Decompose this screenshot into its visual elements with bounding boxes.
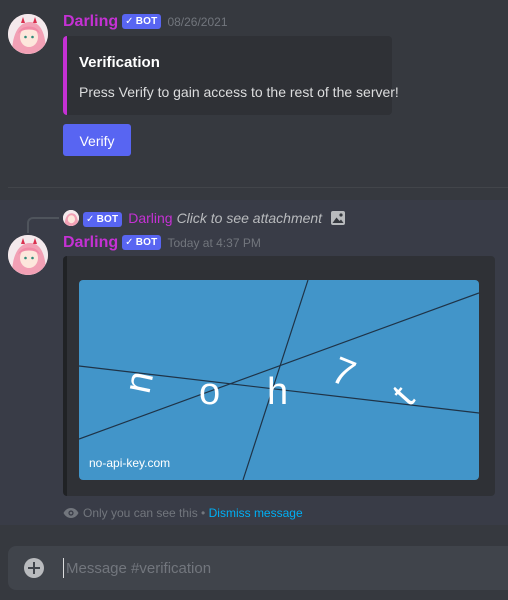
- bot-tag: ✓ BOT: [122, 235, 162, 250]
- message-header: Darling ✓ BOT 08/26/2021: [63, 12, 228, 32]
- embed-title: Verification: [79, 54, 160, 71]
- bot-tag-label: BOT: [135, 237, 158, 248]
- reply-reference[interactable]: ✓ BOT Darling Click to see attachment: [63, 209, 346, 227]
- captcha-char: o: [199, 371, 220, 413]
- message-header: Darling ✓ BOT Today at 4:37 PM: [63, 233, 261, 253]
- captcha-char: h: [267, 371, 288, 413]
- verification-message: Darling ✓ BOT 08/26/2021 Verification Press…: [0, 0, 508, 188]
- captcha-watermark: no-api-key.com: [89, 456, 170, 470]
- embed-description: Press Verify to gain access to the rest …: [79, 84, 399, 100]
- bot-tag: ✓ BOT: [122, 14, 162, 29]
- reply-avatar: [63, 210, 79, 226]
- bot-tag-label: BOT: [135, 16, 158, 27]
- embed: Verification Press Verify to gain access…: [63, 36, 399, 115]
- image-icon: [330, 210, 346, 226]
- message-divider: [8, 187, 508, 188]
- message-input[interactable]: [63, 558, 503, 578]
- bot-tag-label: BOT: [96, 214, 119, 225]
- reply-spine: [27, 217, 59, 233]
- message-composer: [8, 546, 508, 590]
- check-icon: ✓: [125, 237, 134, 248]
- bot-tag: ✓ BOT: [83, 212, 123, 227]
- ephemeral-note: Only you can see this • Dismiss message: [63, 506, 303, 520]
- eye-icon: [63, 507, 79, 519]
- timestamp: 08/26/2021: [167, 15, 228, 29]
- reply-text[interactable]: Click to see attachment: [177, 210, 323, 226]
- add-attachment-button[interactable]: [24, 558, 44, 578]
- dismiss-message-link[interactable]: Dismiss message: [209, 506, 303, 520]
- author-name[interactable]: Darling: [63, 13, 118, 30]
- timestamp: Today at 4:37 PM: [167, 236, 261, 250]
- check-icon: ✓: [125, 16, 134, 27]
- reply-author-name[interactable]: Darling: [128, 210, 172, 226]
- author-name[interactable]: Darling: [63, 234, 118, 251]
- avatar[interactable]: [8, 14, 48, 54]
- avatar[interactable]: [8, 235, 48, 275]
- check-icon: ✓: [86, 214, 95, 225]
- captcha-image[interactable]: n o h 7 t no-api-key.com: [79, 280, 479, 480]
- verify-button[interactable]: Verify: [63, 124, 131, 156]
- ephemeral-text: Only you can see this •: [83, 506, 206, 520]
